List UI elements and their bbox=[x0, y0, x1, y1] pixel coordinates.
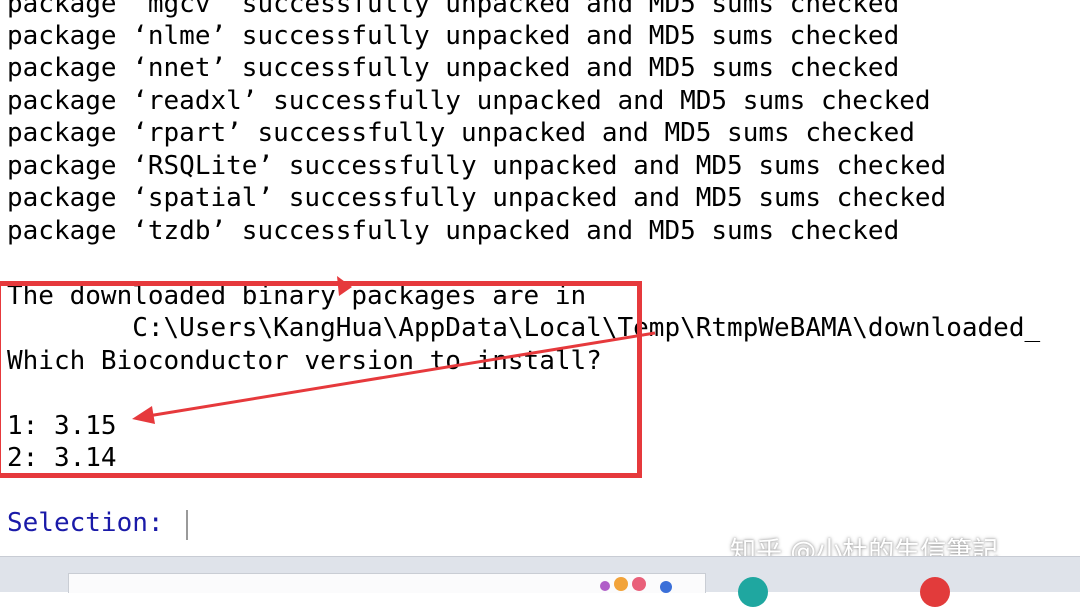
download-path: C:\Users\KangHua\AppData\Local\Temp\Rtmp… bbox=[7, 313, 1041, 343]
tray-icon[interactable] bbox=[614, 577, 628, 591]
console-line-spatial: package ‘spatial’ successfully unpacked … bbox=[7, 183, 947, 213]
tray-icon[interactable] bbox=[738, 577, 768, 607]
console-line-rsqlite: package ‘RSQLite’ successfully unpacked … bbox=[7, 151, 947, 181]
tray-icon[interactable] bbox=[632, 577, 646, 591]
selection-prompt[interactable]: Selection: bbox=[7, 507, 179, 539]
option-3-14[interactable]: 2: 3.14 bbox=[7, 442, 117, 474]
console-line-mgcv: package ‘mgcv’ successfully unpacked and… bbox=[7, 0, 900, 19]
console-line-tzdb: package ‘tzdb’ successfully unpacked and… bbox=[7, 216, 900, 246]
console-line-nnet: package ‘nnet’ successfully unpacked and… bbox=[7, 53, 900, 83]
bioconductor-question: Which Bioconductor version to install? bbox=[7, 346, 602, 376]
taskbar-search-field[interactable] bbox=[68, 573, 706, 593]
console-line-nlme: package ‘nlme’ successfully unpacked and… bbox=[7, 21, 900, 51]
console-line-rpart: package ‘rpart’ successfully unpacked an… bbox=[7, 118, 915, 148]
option-3-15[interactable]: 1: 3.15 bbox=[7, 410, 117, 442]
taskbar bbox=[0, 556, 1080, 607]
tray-icon[interactable] bbox=[600, 581, 610, 591]
downloaded-message: The downloaded binary packages are in bbox=[7, 281, 587, 311]
cursor-icon bbox=[186, 510, 188, 540]
tray-icon[interactable] bbox=[920, 577, 950, 607]
r-console: package ‘mgcv’ successfully unpacked and… bbox=[0, 0, 1080, 556]
tray-icon[interactable] bbox=[660, 581, 672, 593]
console-line-readxl: package ‘readxl’ successfully unpacked a… bbox=[7, 86, 931, 116]
